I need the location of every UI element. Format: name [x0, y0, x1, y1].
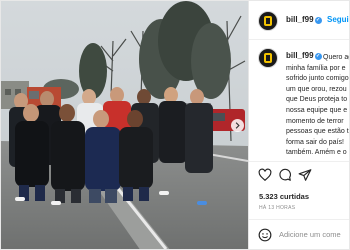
instagram-post: bill_f99 ✓ Seguir bill_f99 ✓ Quero ag minh…	[0, 0, 350, 250]
comment-row: Adicione um come	[249, 219, 349, 249]
verified-badge-icon: ✓	[314, 17, 322, 24]
caption-line: pessoas que estão t	[286, 128, 349, 136]
caption-line: também. Amém e o	[286, 149, 347, 157]
post-actions	[249, 161, 349, 184]
emoji-icon[interactable]	[258, 228, 272, 242]
caption-line: um que orou, rezou	[286, 85, 347, 93]
caption-text: Quero ag minha família por e sofrido jun…	[286, 53, 350, 158]
likes-count[interactable]: 5.323 curtidas	[259, 192, 309, 201]
post-side-panel: bill_f99 ✓ Seguir bill_f99 ✓ Quero ag minh…	[248, 1, 350, 249]
carousel-next-icon[interactable]	[231, 119, 244, 132]
caption-line: nossa equipe que e	[286, 106, 348, 114]
header-username[interactable]: bill_f99 ✓	[286, 15, 322, 24]
avatar-logo-icon	[264, 53, 272, 63]
caption-line: minha família por e	[286, 64, 346, 72]
caption-line: momento de terror	[286, 117, 344, 125]
comment-input[interactable]: Adicione um come	[279, 230, 341, 239]
caption-avatar[interactable]	[258, 48, 278, 68]
share-icon[interactable]	[298, 168, 312, 182]
comment-icon[interactable]	[278, 168, 292, 182]
follow-button[interactable]: Seguir	[327, 15, 349, 24]
heart-icon[interactable]	[258, 168, 272, 182]
post-timestamp[interactable]: HÁ 13 HORAS	[259, 205, 295, 211]
post-photo[interactable]	[1, 1, 248, 249]
caption-line: sofrido junto comigo	[286, 75, 349, 83]
caption-line: Quero ag	[323, 54, 350, 61]
caption-line: forma sair do país!	[286, 138, 344, 146]
avatar-logo-icon	[264, 16, 272, 26]
caption-line: que Deus proteja to	[286, 96, 348, 104]
avatar[interactable]	[258, 11, 278, 31]
post-header: bill_f99 ✓ Seguir	[249, 1, 349, 40]
group-photo-image	[1, 1, 248, 249]
caption-area: bill_f99 ✓ Quero ag minha família por e s…	[249, 40, 350, 158]
header-username-text[interactable]: bill_f99	[286, 15, 314, 24]
